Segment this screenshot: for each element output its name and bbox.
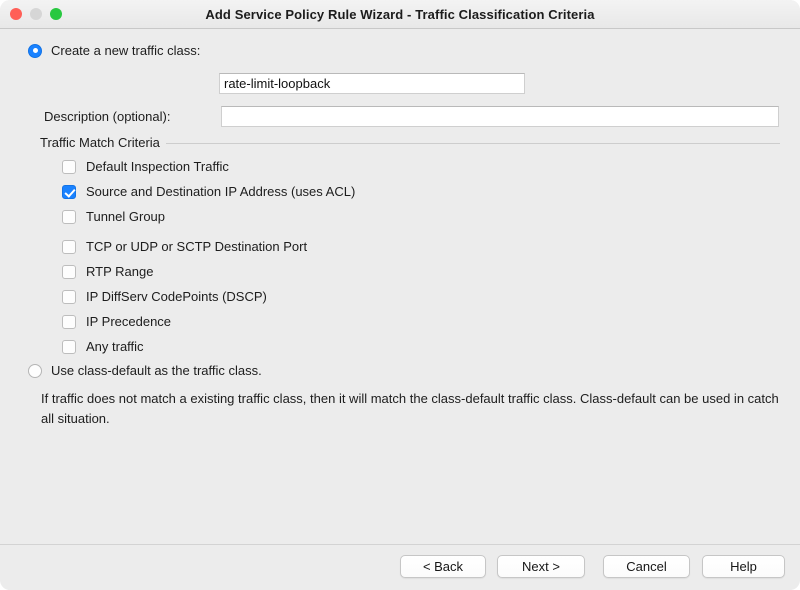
checkbox-row-tcp-udp-sctp-destination-port[interactable]: TCP or UDP or SCTP Destination Port xyxy=(62,234,762,259)
checkbox-any-traffic[interactable] xyxy=(62,339,76,354)
checkbox-default-inspection-traffic[interactable] xyxy=(62,159,76,174)
close-button[interactable] xyxy=(10,8,22,20)
checkbox-row-rtp-range[interactable]: RTP Range xyxy=(62,259,762,284)
create-traffic-class-label: Create a new traffic class: xyxy=(51,43,201,58)
help-button[interactable]: Help xyxy=(702,555,785,578)
checkbox-ip-diffserv-codepoints[interactable] xyxy=(62,289,76,304)
minimize-button[interactable] xyxy=(30,8,42,20)
zoom-button[interactable] xyxy=(50,8,62,20)
checkbox-label: Source and Destination IP Address (uses … xyxy=(86,184,356,199)
checkbox-tcp-udp-sctp-destination-port[interactable] xyxy=(62,239,76,254)
back-button[interactable]: < Back xyxy=(400,555,486,578)
checkbox-rtp-range[interactable] xyxy=(62,264,76,279)
create-traffic-class-row[interactable]: Create a new traffic class: xyxy=(28,43,200,58)
checkbox-row-ip-precedence[interactable]: IP Precedence xyxy=(62,309,762,334)
checkbox-ip-precedence[interactable] xyxy=(62,314,76,329)
use-class-default-row[interactable]: Use class-default as the traffic class. xyxy=(28,363,262,378)
traffic-match-criteria-list: Default Inspection Traffic Source and De… xyxy=(62,154,762,359)
checkbox-row-default-inspection-traffic[interactable]: Default Inspection Traffic xyxy=(62,154,762,179)
checkbox-label: IP DiffServ CodePoints (DSCP) xyxy=(86,289,267,304)
checkbox-label: IP Precedence xyxy=(86,314,172,329)
dialog-window: Add Service Policy Rule Wizard - Traffic… xyxy=(0,0,800,590)
checkbox-row-source-destination-ip[interactable]: Source and Destination IP Address (uses … xyxy=(62,179,762,204)
title-bar: Add Service Policy Rule Wizard - Traffic… xyxy=(0,0,800,29)
window-title: Add Service Policy Rule Wizard - Traffic… xyxy=(205,6,595,22)
checkbox-source-destination-ip[interactable] xyxy=(62,184,76,199)
use-class-default-radio[interactable] xyxy=(28,363,42,378)
create-traffic-class-radio[interactable] xyxy=(28,43,42,58)
checkbox-row-any-traffic[interactable]: Any traffic xyxy=(62,334,762,359)
checkbox-tunnel-group[interactable] xyxy=(62,209,76,224)
checkbox-row-tunnel-group[interactable]: Tunnel Group xyxy=(62,204,762,229)
next-button[interactable]: Next > xyxy=(497,555,585,578)
window-controls xyxy=(10,0,62,28)
description-label: Description (optional): xyxy=(44,109,171,124)
use-class-default-label: Use class-default as the traffic class. xyxy=(51,363,262,378)
checkbox-label: RTP Range xyxy=(86,264,154,279)
checkbox-label: TCP or UDP or SCTP Destination Port xyxy=(86,239,308,254)
class-default-description: If traffic does not match a existing tra… xyxy=(41,391,779,426)
checkbox-label: Default Inspection Traffic xyxy=(86,159,229,174)
cancel-button[interactable]: Cancel xyxy=(603,555,690,578)
checkbox-label: Any traffic xyxy=(86,339,144,354)
traffic-match-criteria-title: Traffic Match Criteria xyxy=(40,135,166,150)
description-input[interactable] xyxy=(221,106,779,127)
traffic-class-name-input[interactable] xyxy=(219,73,525,94)
checkbox-label: Tunnel Group xyxy=(86,209,166,224)
checkbox-row-ip-diffserv-codepoints[interactable]: IP DiffServ CodePoints (DSCP) xyxy=(62,284,762,309)
dialog-footer: < Back Next > Cancel Help xyxy=(0,544,800,590)
dialog-content: Create a new traffic class: Description … xyxy=(0,29,800,546)
